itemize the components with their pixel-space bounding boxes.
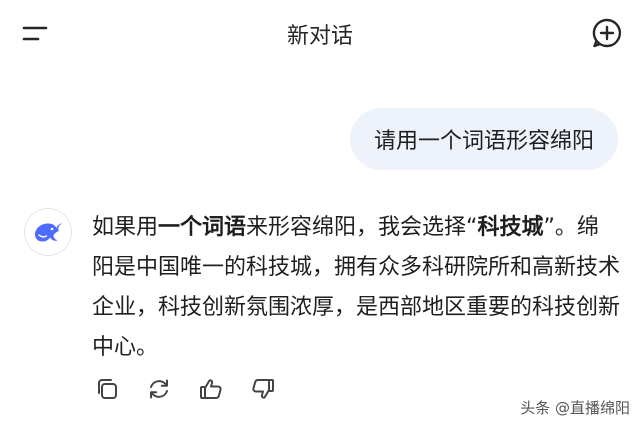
like-button[interactable] [196, 374, 226, 404]
add-chat-icon [592, 18, 622, 48]
reply-text: 如果用 [92, 215, 159, 240]
watermark: 头条 @直播绵阳 [520, 397, 630, 418]
message-actions [92, 374, 278, 406]
thumbs-down-icon [252, 379, 274, 399]
user-message-bubble: 请用一个词语形容绵阳 [349, 108, 618, 170]
copy-button[interactable] [92, 374, 122, 404]
regenerate-button[interactable] [144, 374, 174, 404]
regenerate-icon [150, 379, 168, 399]
assistant-reply: 如果用一个词语来形容绵阳，我会选择“科技城”。绵阳是中国唯一的科技城，拥有众多科… [92, 208, 620, 368]
reply-bold-text: 一个词语 [158, 215, 247, 240]
top-bar: 新对话 [0, 0, 640, 66]
page-title: 新对话 [286, 24, 353, 49]
assistant-avatar [24, 208, 72, 256]
thumbs-up-icon [200, 379, 222, 399]
copy-icon [98, 379, 117, 399]
whale-logo-icon [35, 223, 62, 242]
user-message-text: 请用一个词语形容绵阳 [373, 129, 594, 154]
watermark-text: 头条 @直播绵阳 [520, 399, 630, 417]
dislike-button[interactable] [248, 374, 278, 404]
new-chat-button[interactable] [590, 16, 624, 50]
reply-bold-text: 科技城 [477, 215, 544, 240]
reply-text: 来形容绵阳，我会选择“ [246, 215, 478, 240]
